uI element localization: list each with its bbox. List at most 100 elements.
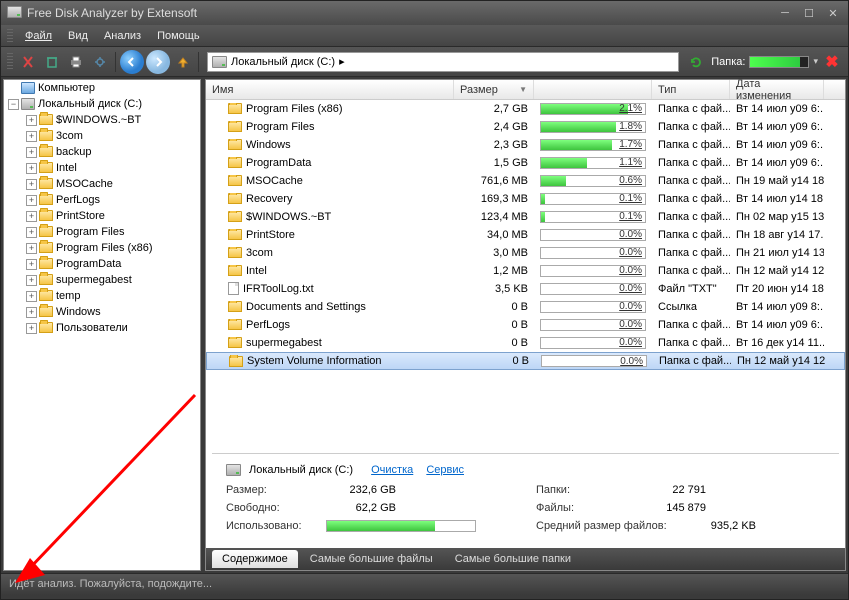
tree-toggle-icon[interactable]: + xyxy=(26,291,37,302)
table-row[interactable]: Intel1,2 MB0.0%Папка с фай...Пн 12 май у… xyxy=(206,262,845,280)
cell-name: ProgramData xyxy=(206,157,454,169)
tree-folder-item[interactable]: +backup xyxy=(4,144,200,160)
folder-icon xyxy=(228,301,242,312)
settings-icon[interactable] xyxy=(89,51,111,73)
delete-icon[interactable] xyxy=(17,51,39,73)
tree-toggle-icon[interactable]: + xyxy=(26,259,37,270)
tree-folder-item[interactable]: +PrintStore xyxy=(4,208,200,224)
tree-toggle-icon[interactable]: + xyxy=(26,179,37,190)
table-row[interactable]: Windows2,3 GB1.7%Папка с фай...Вт 14 июл… xyxy=(206,136,845,154)
tree-computer[interactable]: Компьютер xyxy=(4,80,200,96)
tree-folder-item[interactable]: +Пользователи xyxy=(4,320,200,336)
cell-date: Вт 14 июл у09 6:... xyxy=(730,121,824,133)
tree-toggle-icon[interactable]: + xyxy=(26,227,37,238)
tree-toggle-icon[interactable]: + xyxy=(26,323,37,334)
minimize-button[interactable]: ─ xyxy=(776,6,794,20)
tree-label: Program Files xyxy=(56,226,124,238)
cell-type: Папка с фай... xyxy=(652,229,730,241)
table-row[interactable]: PrintStore34,0 MB0.0%Папка с фай...Пн 18… xyxy=(206,226,845,244)
print-icon[interactable] xyxy=(65,51,87,73)
cell-date: Вт 14 июл у09 6:... xyxy=(730,319,824,331)
menu-file[interactable]: Файл xyxy=(17,27,60,45)
menu-analysis[interactable]: Анализ xyxy=(96,27,149,45)
folder-icon xyxy=(228,247,242,258)
breadcrumb-arrow: ▸ xyxy=(339,55,345,68)
bottom-tabs: Содержимое Самые большие файлы Самые бол… xyxy=(206,548,845,570)
tree-folder-item[interactable]: + Program Files xyxy=(4,224,200,240)
cell-bar: 0.1% xyxy=(534,193,652,205)
menu-view[interactable]: Вид xyxy=(60,27,96,45)
col-bar[interactable] xyxy=(534,80,652,99)
nav-forward-button[interactable] xyxy=(146,50,170,74)
service-link[interactable]: Сервис xyxy=(426,464,464,476)
progress-dropdown[interactable]: ▾ xyxy=(813,56,818,67)
col-date[interactable]: Дата изменения xyxy=(730,80,824,99)
tree-toggle-icon[interactable]: + xyxy=(26,163,37,174)
table-row[interactable]: PerfLogs0 B0.0%Папка с фай...Вт 14 июл у… xyxy=(206,316,845,334)
status-text: Идёт анализ. Пожалуйста, подождите... xyxy=(9,578,212,590)
tab-content[interactable]: Содержимое xyxy=(212,550,298,568)
table-row[interactable]: IFRToolLog.txt3,5 KB0.0%Файл "TXT"Пт 20 … xyxy=(206,280,845,298)
tree-toggle-icon[interactable]: + xyxy=(26,243,37,254)
table-row[interactable]: supermegabest0 B0.0%Папка с фай...Вт 16 … xyxy=(206,334,845,352)
tree-folder-item[interactable]: +temp xyxy=(4,288,200,304)
close-button[interactable]: ✕ xyxy=(824,6,842,20)
tree-toggle-icon[interactable]: + xyxy=(26,211,37,222)
cleanup-link[interactable]: Очистка xyxy=(371,464,413,476)
table-row[interactable]: Program Files (x86)2,7 GB2.1%Папка с фай… xyxy=(206,100,845,118)
tree-toggle-icon[interactable]: + xyxy=(26,147,37,158)
tree-drive[interactable]: − Локальный диск (C:) xyxy=(4,96,200,112)
breadcrumb-text: Локальный диск (C:) xyxy=(231,56,335,68)
table-row[interactable]: ProgramData1,5 GB1.1%Папка с фай...Вт 14… xyxy=(206,154,845,172)
tab-big-files[interactable]: Самые большие файлы xyxy=(300,550,443,568)
nav-back-button[interactable] xyxy=(120,50,144,74)
tree-folder-item[interactable]: +Windows xyxy=(4,304,200,320)
folder-icon xyxy=(228,319,242,330)
table-row[interactable]: Program Files2,4 GB1.8%Папка с фай...Вт … xyxy=(206,118,845,136)
cell-bar: 0.0% xyxy=(534,301,652,313)
menu-help[interactable]: Помощь xyxy=(149,27,208,45)
table-row[interactable]: 3com3,0 MB0.0%Папка с фай...Пн 21 июл у1… xyxy=(206,244,845,262)
table-row[interactable]: Documents and Settings0 B0.0%СсылкаВт 14… xyxy=(206,298,845,316)
tree-folder-item[interactable]: +3com xyxy=(4,128,200,144)
cell-type: Папка с фай... xyxy=(653,355,731,367)
folder-icon xyxy=(228,229,242,240)
cell-size: 2,7 GB xyxy=(454,103,534,115)
table-row[interactable]: Recovery169,3 MB0.1%Папка с фай...Вт 14 … xyxy=(206,190,845,208)
table-row[interactable]: $WINDOWS.~BT123,4 MB0.1%Папка с фай...Пн… xyxy=(206,208,845,226)
tree-toggle-icon[interactable]: + xyxy=(26,275,37,286)
tab-big-folders[interactable]: Самые большие папки xyxy=(445,550,581,568)
tree-folder-item[interactable]: + PerfLogs xyxy=(4,192,200,208)
tree-toggle-icon[interactable]: + xyxy=(26,307,37,318)
nav-up-icon[interactable] xyxy=(172,51,194,73)
tree-toggle-icon[interactable]: + xyxy=(26,131,37,142)
tree-folder-item[interactable]: +supermegabest xyxy=(4,272,200,288)
tree-label: Локальный диск (C:) xyxy=(38,98,142,110)
tree-folder-item[interactable]: +$WINDOWS.~BT xyxy=(4,112,200,128)
col-size[interactable]: Размер▼ xyxy=(454,80,534,99)
table-row[interactable]: MSOCache761,6 MB0.6%Папка с фай...Пн 19 … xyxy=(206,172,845,190)
tree-folder-item[interactable]: +MSOCache xyxy=(4,176,200,192)
col-type[interactable]: Тип xyxy=(652,80,730,99)
tree-folder-item[interactable]: +Program Files (x86) xyxy=(4,240,200,256)
folder-icon xyxy=(228,121,242,132)
tree-toggle-icon[interactable]: + xyxy=(26,115,37,126)
col-name[interactable]: Имя xyxy=(206,80,454,99)
recycle-icon[interactable] xyxy=(41,51,63,73)
folder-icon-icon xyxy=(39,162,53,174)
refresh-icon[interactable] xyxy=(685,51,707,73)
tree-folder-item[interactable]: +Intel xyxy=(4,160,200,176)
tree-toggle-icon[interactable]: + xyxy=(26,195,37,206)
list-header: Имя Размер▼ Тип Дата изменения xyxy=(206,80,845,100)
table-row[interactable]: System Volume Information0 B0.0%Папка с … xyxy=(206,352,845,370)
tree-toggle-icon[interactable]: − xyxy=(8,99,19,110)
cell-type: Папка с фай... xyxy=(652,157,730,169)
cell-date: Вт 16 дек у14 11... xyxy=(730,337,824,349)
tree-folder-item[interactable]: +ProgramData xyxy=(4,256,200,272)
free-label: Свободно: xyxy=(226,502,316,514)
maximize-button[interactable]: ☐ xyxy=(800,6,818,20)
cell-date: Вт 14 июл у14 18... xyxy=(730,193,824,205)
breadcrumb[interactable]: Локальный диск (C:) ▸ xyxy=(207,52,679,72)
tree-label: PerfLogs xyxy=(56,194,100,206)
cancel-icon[interactable]: ✖ xyxy=(822,52,842,72)
